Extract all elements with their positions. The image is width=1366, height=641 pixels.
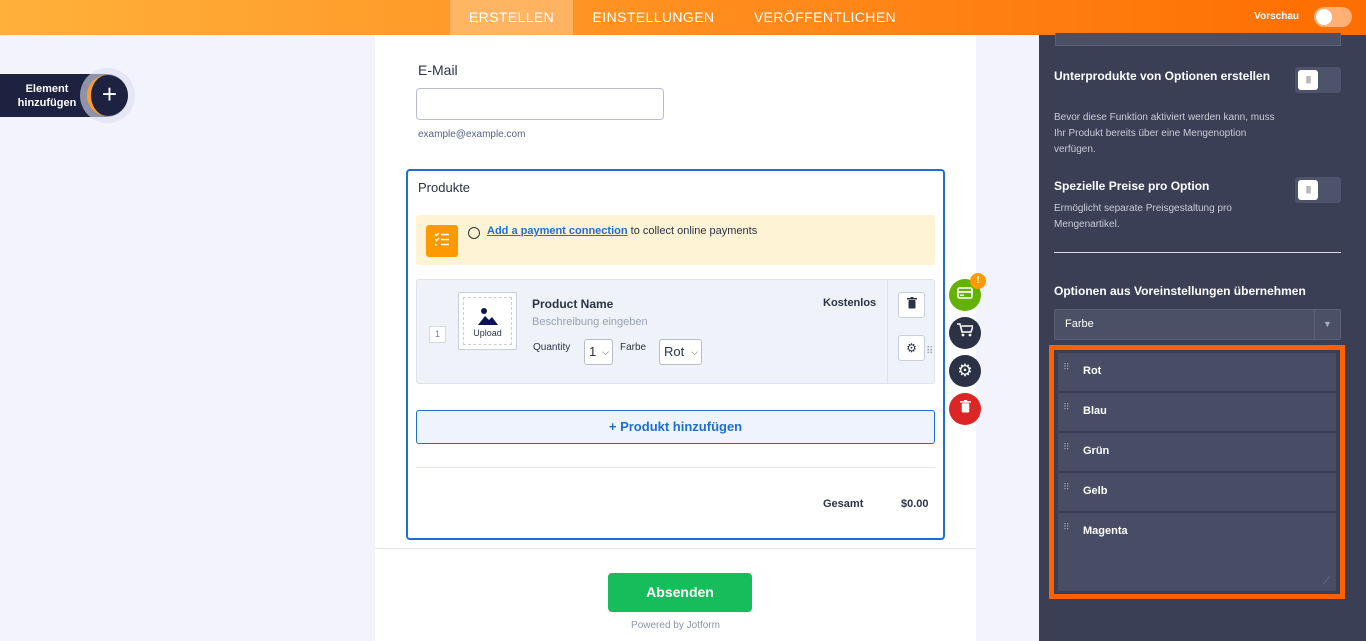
- gear-icon: ⚙: [906, 341, 917, 355]
- delete-product-button[interactable]: [898, 292, 925, 318]
- banner-text: Add a payment connection to collect onli…: [487, 225, 757, 237]
- email-hint: example@example.com: [418, 129, 526, 140]
- card-icon: [957, 287, 973, 299]
- add-product-button[interactable]: + Produkt hinzufügen: [416, 410, 935, 444]
- special-prices-title: Spezielle Preise pro Option: [1054, 179, 1210, 193]
- product-description[interactable]: Beschreibung eingeben: [532, 316, 648, 328]
- upload-label: Upload: [473, 328, 502, 338]
- properties-panel: Unterprodukte von Optionen erstellen |||…: [1039, 33, 1366, 641]
- add-element-label: Element hinzufügen: [17, 83, 77, 109]
- preset-title: Optionen aus Voreinstellungen übernehmen: [1054, 284, 1306, 298]
- submit-button[interactable]: Absenden: [608, 573, 752, 612]
- option-label: Grün: [1083, 445, 1110, 457]
- drag-handle-icon[interactable]: ⠿: [1063, 363, 1070, 372]
- option-item[interactable]: ⠿ Magenta: [1058, 513, 1336, 552]
- delete-field-button[interactable]: [949, 393, 981, 425]
- email-field[interactable]: [416, 88, 664, 120]
- product-price: Kostenlos: [823, 297, 877, 309]
- toggle-knob: ||||: [1298, 70, 1318, 90]
- option-item[interactable]: ⠿ Blau: [1058, 393, 1336, 432]
- preview-label: Vorschau: [1254, 11, 1299, 22]
- tab-create[interactable]: ERSTELLEN: [450, 0, 573, 35]
- caret-down-icon: ▼: [1314, 310, 1340, 339]
- drag-handle-icon[interactable]: ⠿: [1063, 403, 1070, 412]
- products-title: Produkte: [418, 180, 471, 195]
- cart-icon: [957, 323, 975, 337]
- total-value: $0.00: [901, 498, 929, 510]
- option-label: Gelb: [1083, 485, 1108, 497]
- total-label: Gesamt: [823, 498, 864, 510]
- product-name[interactable]: Product Name: [532, 297, 613, 311]
- sub-products-description: Bevor diese Funktion aktiviert werden ka…: [1054, 112, 1275, 155]
- special-prices-description: Ermöglicht separate Preisgestaltung pro …: [1054, 203, 1232, 230]
- preview-toggle[interactable]: [1314, 7, 1352, 27]
- quantity-value: 1: [589, 344, 597, 359]
- divider: [375, 548, 976, 549]
- chevron-down-icon: ⌵: [691, 347, 698, 357]
- panel-input-partial[interactable]: [1055, 33, 1341, 46]
- color-select[interactable]: Rot ⌵: [659, 339, 702, 365]
- form-canvas: E-Mail example@example.com Produkte Add …: [375, 35, 976, 641]
- warning-badge: !: [970, 273, 986, 289]
- trash-icon: [959, 400, 971, 413]
- special-prices-toggle[interactable]: ||||: [1295, 177, 1341, 203]
- cart-button[interactable]: [949, 317, 981, 349]
- preview-toggle-knob: [1316, 9, 1332, 25]
- trash-icon: [906, 297, 917, 309]
- image-icon: [464, 306, 511, 328]
- chevron-down-icon: ⌵: [602, 347, 609, 357]
- quantity-label: Quantity: [533, 342, 571, 353]
- field-settings-button[interactable]: ⚙: [949, 355, 981, 387]
- tab-publish[interactable]: VERÖFFENTLICHEN: [734, 0, 916, 35]
- drag-handle-icon[interactable]: ⠿: [1063, 443, 1070, 452]
- gear-icon: ⚙: [957, 361, 973, 380]
- option-label: Magenta: [1083, 525, 1128, 537]
- options-list: ⠿ Rot ⠿ Blau ⠿ Grün ⠿ Gelb ⠿ Magenta ⟋: [1049, 345, 1345, 599]
- option-label: Blau: [1083, 405, 1107, 417]
- upload-dropzone: Upload: [463, 297, 512, 345]
- email-label: E-Mail: [418, 62, 458, 78]
- top-navigation-bar: ERSTELLEN EINSTELLUNGEN VERÖFFENTLICHEN …: [0, 0, 1366, 35]
- sub-products-toggle[interactable]: ||||: [1295, 67, 1341, 93]
- resize-handle-icon[interactable]: ⟋: [1323, 576, 1330, 587]
- drag-handle-icon[interactable]: ⠿: [1063, 523, 1070, 532]
- product-image-upload[interactable]: Upload: [458, 292, 517, 350]
- option-item[interactable]: ⠿ Gelb: [1058, 473, 1336, 512]
- option-item[interactable]: ⠿ Rot: [1058, 353, 1336, 392]
- checklist-icon: [426, 225, 458, 257]
- quantity-select[interactable]: 1 ⌵: [584, 339, 613, 365]
- preset-select[interactable]: Farbe ▼: [1054, 309, 1341, 340]
- option-label: Rot: [1083, 365, 1102, 377]
- powered-by-text: Powered by Jotform: [631, 620, 720, 631]
- divider: [416, 467, 935, 468]
- product-index: 1: [429, 326, 446, 343]
- divider: [1054, 252, 1341, 253]
- color-value: Rot: [664, 344, 685, 359]
- product-row-actions: ⚙: [887, 280, 934, 383]
- tab-settings[interactable]: EINSTELLUNGEN: [573, 0, 734, 35]
- preset-value: Farbe: [1065, 318, 1094, 330]
- banner-radio-icon: [468, 227, 480, 239]
- product-settings-button[interactable]: ⚙: [898, 335, 925, 361]
- product-row: 1 Upload Product Name Beschreibung einge…: [416, 279, 935, 384]
- add-payment-connection-link[interactable]: Add a payment connection: [487, 225, 628, 237]
- plus-icon[interactable]: +: [87, 75, 128, 116]
- drag-handle-icon[interactable]: ⠿: [1063, 483, 1070, 492]
- toggle-knob: ||||: [1298, 180, 1318, 200]
- products-field[interactable]: Produkte Add a payment connection to col…: [406, 169, 945, 540]
- options-textarea-empty[interactable]: ⟋: [1058, 549, 1336, 591]
- color-label: Farbe: [620, 342, 647, 353]
- add-element-button[interactable]: Element hinzufügen +: [0, 68, 135, 123]
- banner-message: to collect online payments: [630, 225, 758, 237]
- sub-products-title: Unterprodukte von Optionen erstellen: [1054, 69, 1271, 83]
- payment-banner: Add a payment connection to collect onli…: [416, 215, 935, 265]
- option-item[interactable]: ⠿ Grün: [1058, 433, 1336, 472]
- drag-handle-icon[interactable]: ⠿: [926, 347, 934, 362]
